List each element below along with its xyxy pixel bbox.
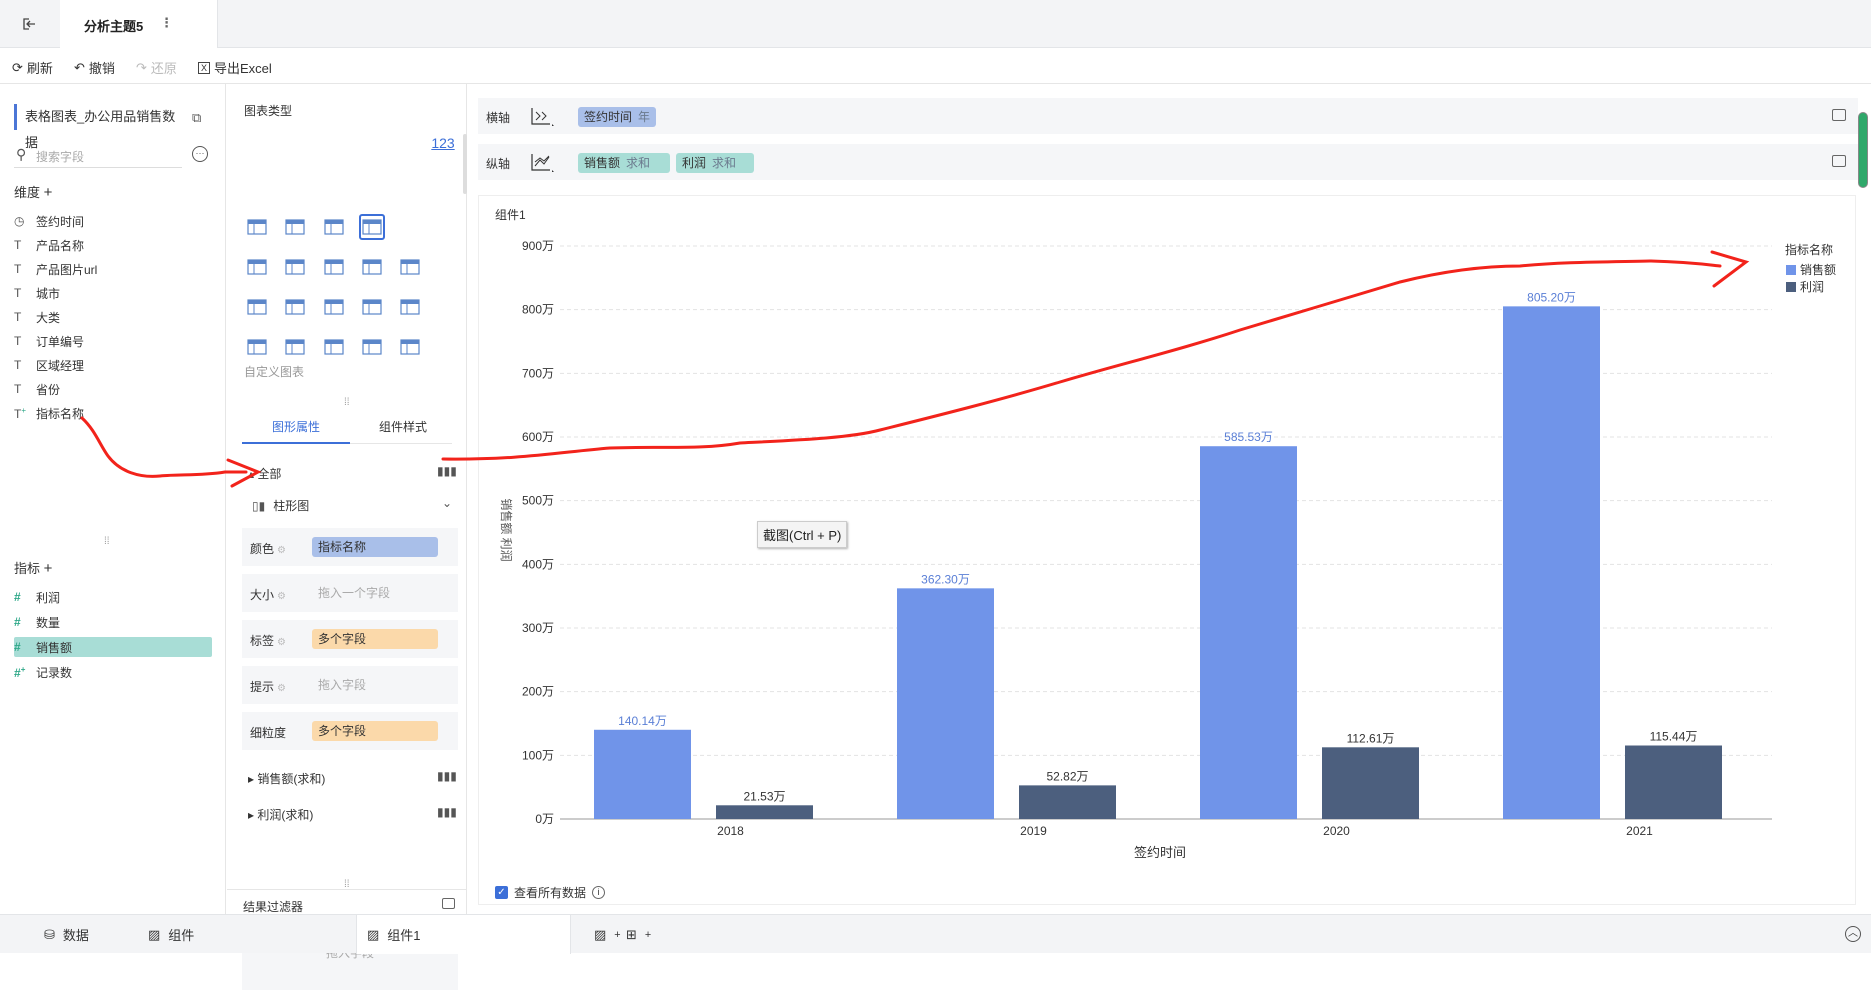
bar-profit: [1019, 785, 1116, 819]
y-tick-label: 800万: [522, 303, 554, 317]
legend-item: 销售额: [1800, 262, 1836, 277]
bar-icon[interactable]: [321, 254, 347, 280]
x-tick-label: 2021: [1626, 824, 1653, 838]
y-tick-label: 100万: [522, 748, 554, 762]
y-tick-label: 600万: [522, 430, 554, 444]
screenshot-tooltip: 截图(Ctrl + P): [757, 521, 848, 548]
hexagon-icon[interactable]: [321, 294, 347, 320]
legend-swatch: [1786, 265, 1796, 275]
detail-table-icon[interactable]: [321, 214, 347, 240]
tab-data[interactable]: ⛁ 数据: [44, 915, 89, 954]
collapse-icon[interactable]: ︿: [1845, 926, 1861, 942]
data-label: 52.82万: [1046, 769, 1088, 783]
y-tick-label: 300万: [522, 621, 554, 635]
bar-chart: 0万 100万 200万 300万 400万 500万 600万 700万 800万 900万销售…: [80, 239, 1836, 860]
x-axis-title: 签约时间: [1134, 845, 1186, 860]
chart-icon: ▨: [367, 926, 380, 942]
annotation-arrowhead: [1710, 250, 1750, 288]
add-dashboard-icon[interactable]: ⊞ +: [626, 915, 651, 954]
tab-component1[interactable]: ▨ 组件1: [356, 915, 571, 954]
legend-title: 指标名称: [1785, 242, 1833, 257]
x-tick-label: 2018: [717, 824, 744, 838]
data-label: 140.14万: [618, 714, 667, 728]
range-bar-icon[interactable]: [397, 254, 423, 280]
radar-icon[interactable]: [282, 294, 308, 320]
y-tick-label: 700万: [522, 366, 554, 380]
area-icon[interactable]: [359, 294, 385, 320]
line-icon[interactable]: [244, 294, 270, 320]
bottom-bar: ⛁ 数据 ▨ 组件 ▨ 组件1 ▨ + ⊞ + ︿: [0, 914, 1871, 954]
gauge-icon[interactable]: [397, 294, 423, 320]
database-icon: ⛁: [44, 926, 55, 942]
bar-profit: [1322, 747, 1419, 819]
bubble-icon[interactable]: [397, 334, 423, 360]
y-axis-title: 销售额 利润: [499, 498, 514, 561]
y-tick-label: 900万: [522, 239, 554, 253]
legend-item: 利润: [1800, 280, 1824, 294]
y-tick-label: 400万: [522, 557, 554, 571]
data-label: 112.61万: [1347, 731, 1395, 745]
stacked-bar-icon[interactable]: [244, 254, 270, 280]
tab-components[interactable]: ▨ 组件: [148, 915, 194, 954]
data-label: 805.20万: [1527, 290, 1576, 304]
y-tick-label: 0万: [535, 812, 554, 826]
data-label: 585.53万: [1224, 430, 1273, 444]
rose-icon[interactable]: [321, 334, 347, 360]
x-tick-label: 2020: [1323, 824, 1350, 838]
bar-sales: [1503, 306, 1600, 820]
bar-sales: [1200, 446, 1297, 819]
annotation-arrow: [80, 416, 248, 478]
data-label: 21.53万: [743, 789, 785, 803]
add-component-icon[interactable]: ▨ +: [594, 915, 621, 954]
legend-swatch: [1786, 282, 1796, 292]
scatter-icon[interactable]: [359, 334, 385, 360]
y-tick-label: 500万: [522, 494, 554, 508]
data-label: 115.44万: [1650, 730, 1698, 744]
bar-sales: [897, 588, 994, 819]
data-label: 362.30万: [921, 572, 970, 586]
y-tick-label: 200万: [522, 685, 554, 699]
table-icon[interactable]: [244, 214, 270, 240]
bar-sales: [594, 729, 691, 819]
grouped-table-icon[interactable]: [359, 214, 385, 240]
x-tick-label: 2019: [1020, 824, 1047, 838]
pie-icon[interactable]: [244, 334, 270, 360]
multi-bar-icon[interactable]: [282, 254, 308, 280]
crosstable-icon[interactable]: [282, 214, 308, 240]
chart-icon: ▨: [148, 926, 161, 942]
bar-profit: [1625, 745, 1722, 819]
hbar-icon[interactable]: [359, 254, 385, 280]
bar-profit: [716, 805, 813, 819]
donut-icon[interactable]: [282, 334, 308, 360]
